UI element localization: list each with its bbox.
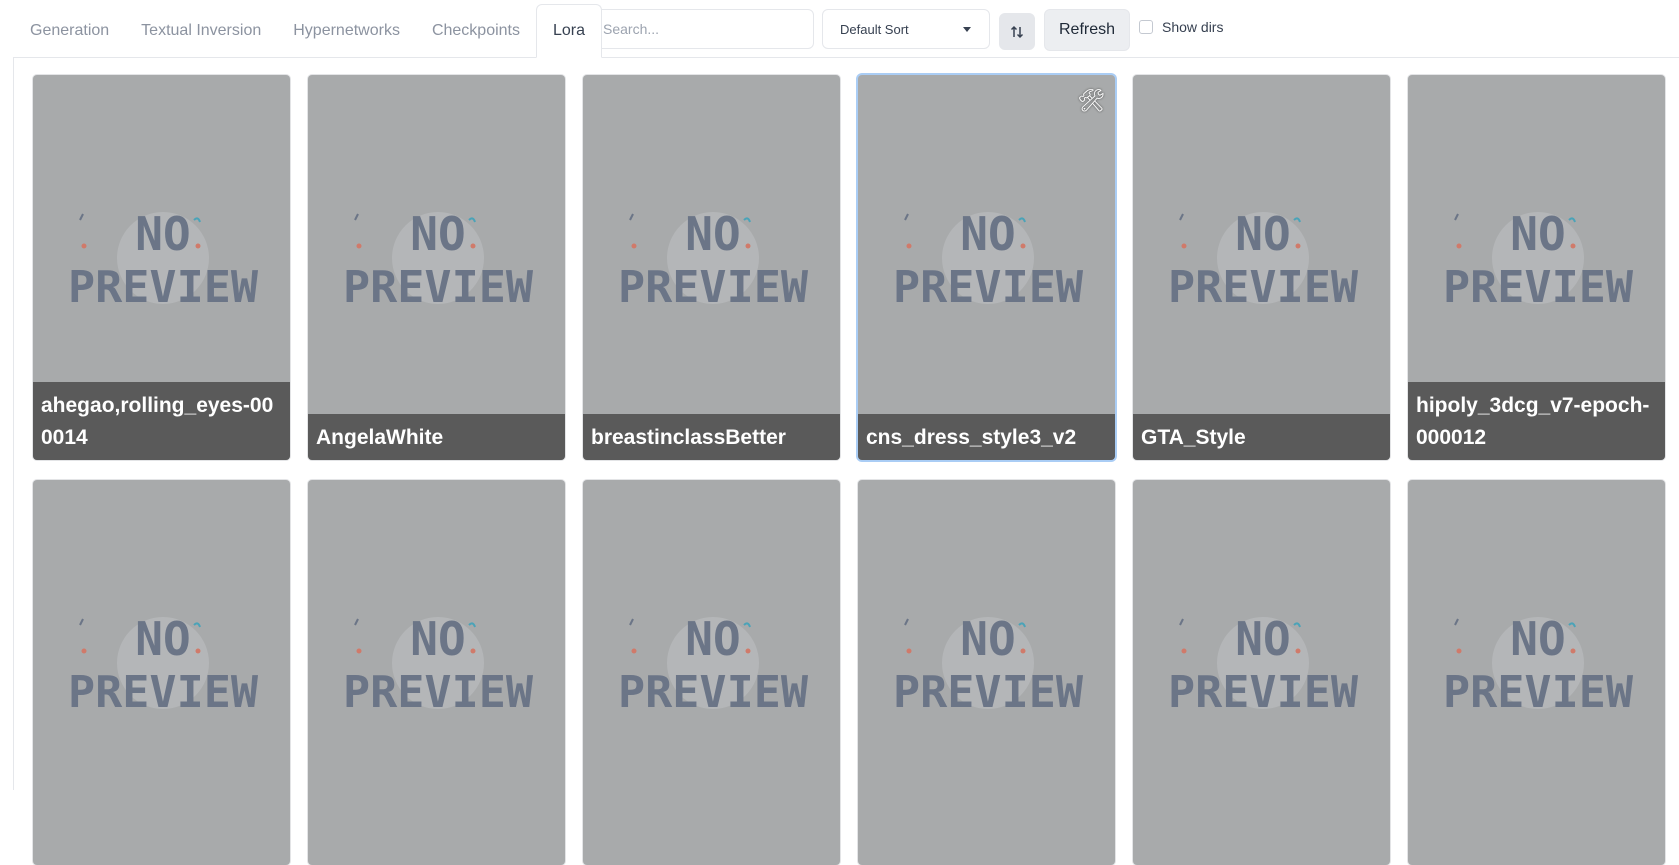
no-preview-text-line1: NO — [685, 207, 740, 261]
no-preview-text-line1: NO — [1235, 612, 1290, 666]
card-name: AngelaWhite — [308, 414, 565, 460]
no-preview-text-line1: NO — [410, 612, 465, 666]
lora-card[interactable]: NO PREVIEW GTA_Style — [1133, 75, 1390, 460]
no-preview-text-line2: PREVIEW — [893, 667, 1084, 718]
no-preview-text-line2: PREVIEW — [343, 262, 534, 313]
tab-textual-inversion[interactable]: Textual Inversion — [125, 4, 277, 58]
lora-card[interactable]: NO PREVIEW — [1408, 480, 1665, 865]
tab-generation[interactable]: Generation — [14, 4, 125, 58]
lora-card[interactable]: NO PREVIEW — [308, 480, 565, 865]
no-preview-text-line2: PREVIEW — [1443, 262, 1634, 313]
lora-card[interactable]: NO PREVIEW — [1133, 480, 1390, 865]
card-name: hipoly_3dcg_v7-epoch-000012 — [1408, 382, 1665, 460]
no-preview-image: NOPREVIEW — [68, 612, 259, 718]
no-preview-image: NOPREVIEW — [1168, 612, 1359, 718]
lora-card[interactable]: NO PREVIEW 🛠 cns_dress_style3_v2 — [858, 75, 1115, 460]
show-dirs-label: Show dirs — [1162, 19, 1224, 35]
no-preview-text-line2: PREVIEW — [1443, 667, 1634, 718]
tabs-divider — [14, 57, 1679, 58]
lora-card[interactable]: NO PREVIEW — [33, 480, 290, 865]
no-preview-image: NOPREVIEW — [1443, 207, 1634, 313]
card-name: cns_dress_style3_v2 — [858, 414, 1115, 460]
card-name: GTA_Style — [1133, 414, 1390, 460]
search-input[interactable] — [590, 9, 814, 49]
show-dirs-checkbox[interactable] — [1139, 20, 1153, 34]
no-preview-image: NOPREVIEW — [893, 207, 1084, 313]
no-preview-text-line2: PREVIEW — [618, 667, 809, 718]
lora-card[interactable]: NO PREVIEW AngelaWhite — [308, 75, 565, 460]
sort-direction-icon — [1010, 25, 1024, 38]
no-preview-text-line2: PREVIEW — [893, 262, 1084, 313]
show-dirs-toggle[interactable]: Show dirs — [1139, 19, 1223, 35]
tab-list: Generation Textual Inversion Hypernetwor… — [14, 4, 603, 58]
no-preview-text-line1: NO — [135, 612, 190, 666]
no-preview-image: NOPREVIEW — [343, 207, 534, 313]
no-preview-text-line1: NO — [1235, 207, 1290, 261]
no-preview-text-line1: NO — [1510, 612, 1565, 666]
no-preview-text-line1: NO — [685, 612, 740, 666]
no-preview-text-line2: PREVIEW — [1168, 262, 1359, 313]
no-preview-text-line2: PREVIEW — [618, 262, 809, 313]
no-preview-text-line1: NO — [960, 612, 1015, 666]
refresh-button[interactable]: Refresh — [1044, 9, 1130, 51]
no-preview-text-line2: PREVIEW — [343, 667, 534, 718]
sort-dropdown[interactable]: Default Sort — [822, 9, 990, 49]
card-name: ahegao,rolling_eyes-000014 — [33, 382, 290, 460]
tab-hypernetworks[interactable]: Hypernetworks — [277, 4, 416, 58]
no-preview-text-line1: NO — [135, 207, 190, 261]
card-name: breastinclassBetter — [583, 414, 840, 460]
no-preview-text-line2: PREVIEW — [68, 667, 259, 718]
chevron-down-icon — [963, 26, 971, 32]
no-preview-image: NOPREVIEW — [893, 612, 1084, 718]
no-preview-image: NOPREVIEW — [1443, 612, 1634, 718]
lora-card[interactable]: NO PREVIEW breastinclassBetter — [583, 75, 840, 460]
no-preview-text-line2: PREVIEW — [68, 262, 259, 313]
panel-border — [13, 57, 14, 790]
no-preview-image: NOPREVIEW — [343, 612, 534, 718]
tools-icon[interactable]: 🛠 — [1077, 89, 1105, 114]
no-preview-text-line1: NO — [960, 207, 1015, 261]
no-preview-text-line2: PREVIEW — [1168, 667, 1359, 718]
lora-card[interactable]: NO PREVIEW ahegao,rolling_eyes-000014 — [33, 75, 290, 460]
no-preview-text-line1: NO — [1510, 207, 1565, 261]
lora-card[interactable]: NO PREVIEW hipoly_3dcg_v7-epoch-000012 — [1408, 75, 1665, 460]
tab-lora[interactable]: Lora — [535, 4, 603, 58]
no-preview-text-line1: NO — [410, 207, 465, 261]
tab-checkpoints[interactable]: Checkpoints — [416, 4, 536, 58]
lora-card[interactable]: NO PREVIEW — [583, 480, 840, 865]
sort-selected-value: Default Sort — [840, 21, 909, 37]
no-preview-image: NOPREVIEW — [68, 207, 259, 313]
no-preview-image: NOPREVIEW — [618, 207, 809, 313]
no-preview-image: NOPREVIEW — [618, 612, 809, 718]
no-preview-image: NOPREVIEW — [1168, 207, 1359, 313]
top-bar: Generation Textual Inversion Hypernetwor… — [0, 0, 1679, 58]
lora-card[interactable]: NO PREVIEW — [858, 480, 1115, 865]
sort-direction-button[interactable] — [999, 13, 1035, 50]
